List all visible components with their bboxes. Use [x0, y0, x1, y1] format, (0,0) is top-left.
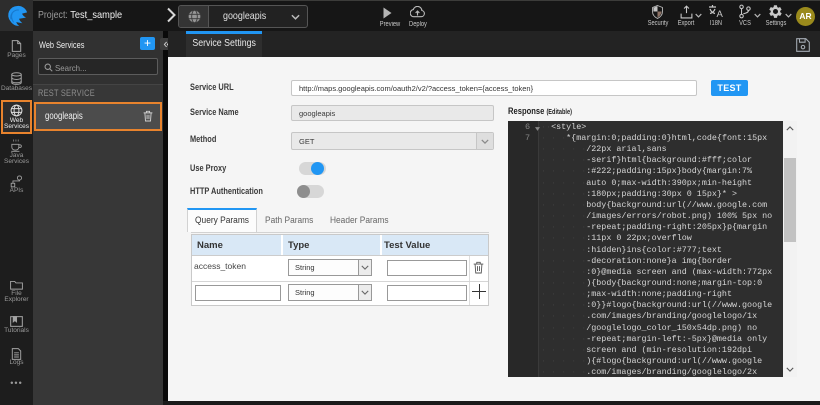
svg-text:A: A	[717, 9, 724, 19]
